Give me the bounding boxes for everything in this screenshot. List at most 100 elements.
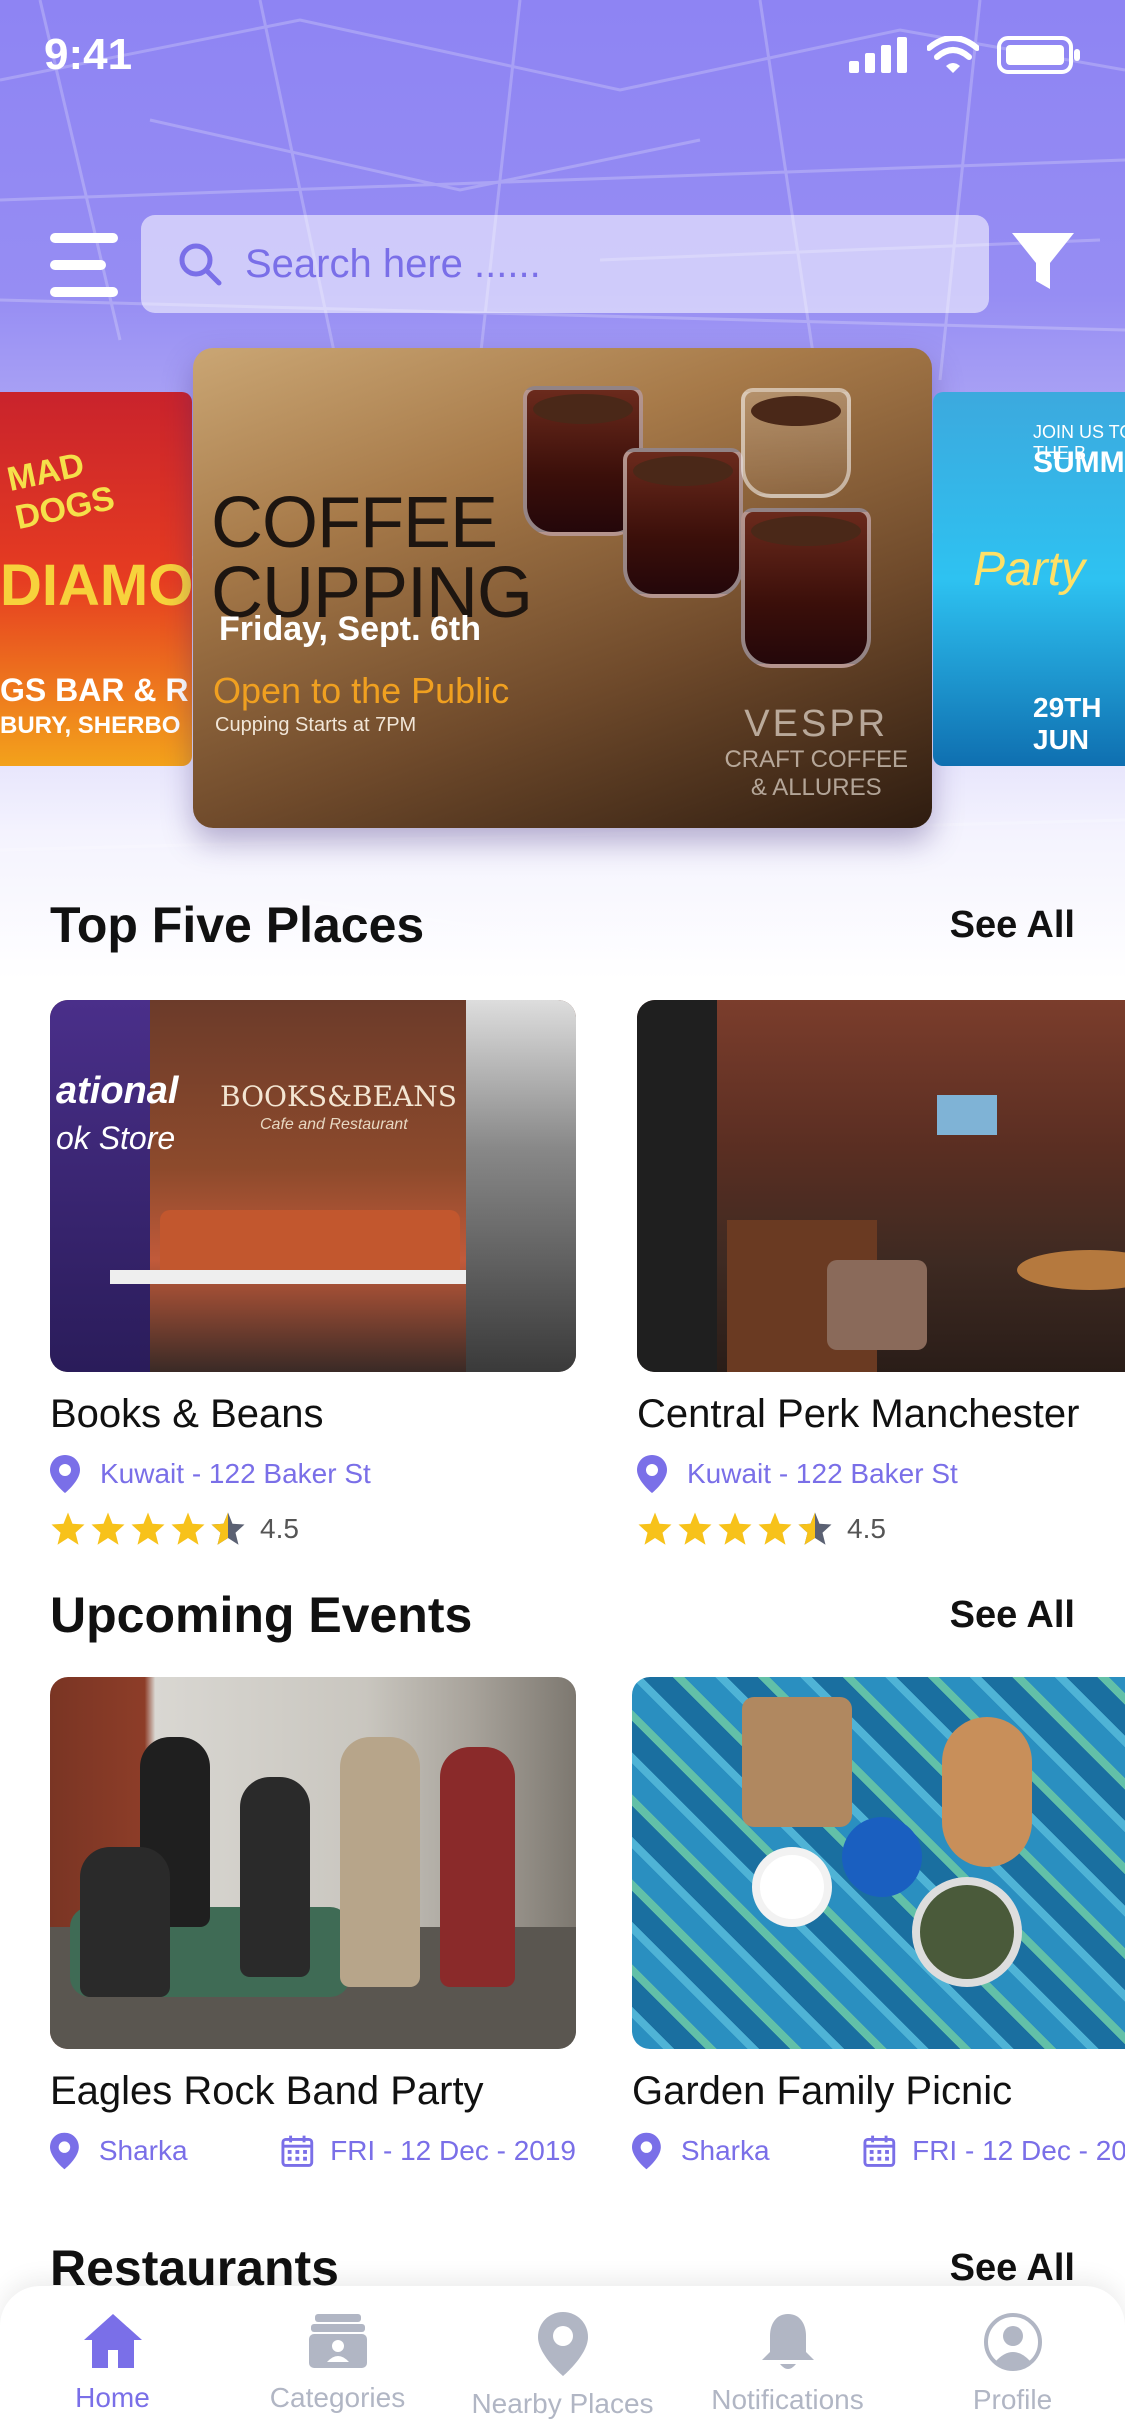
- bottom-navigation: Home Categories Nearby Places Notificati…: [0, 2286, 1125, 2436]
- table-shape: [110, 1270, 490, 1284]
- place-location: Kuwait - 122 Baker St: [50, 1455, 576, 1493]
- star-icon: [678, 1512, 712, 1545]
- event-name: Garden Family Picnic: [632, 2069, 1013, 2113]
- top-places-header: Top Five Places See All: [50, 895, 1075, 955]
- person-shape: [440, 1747, 515, 1987]
- battery-icon: [997, 36, 1080, 74]
- half-star-icon: [211, 1512, 245, 1545]
- star-icon: [171, 1512, 205, 1545]
- upcoming-events-header: Upcoming Events See All: [50, 1585, 1075, 1645]
- banner-mad-dogs[interactable]: MAD DOGS DIAMO GS BAR & R BURY, SHERBO: [0, 392, 192, 766]
- event-location: Sharka: [98, 2135, 188, 2166]
- wall-text: ational: [56, 1070, 179, 1112]
- sign-text: Cafe and Restaurant: [260, 1116, 408, 1133]
- star-icon: [91, 1512, 125, 1545]
- search-bar[interactable]: [141, 215, 989, 313]
- banner-text: 29TH JUN: [1033, 692, 1102, 755]
- brand-line: VESPR: [744, 703, 889, 745]
- banner-date: Friday, Sept. 6th: [219, 610, 481, 648]
- cutting-board-shape: [742, 1697, 852, 1827]
- shelf-shape: [466, 1000, 576, 1372]
- place-card[interactable]: Central Perk Manchester Kuwait - 122 Bak…: [637, 1000, 1125, 1547]
- banner-text: DIAMO: [0, 553, 192, 618]
- banner-coffee-cupping[interactable]: COFFEE CUPPING Friday, Sept. 6th Open to…: [193, 348, 932, 828]
- see-all-events-link[interactable]: See All: [950, 1594, 1075, 1637]
- armchair-shape: [827, 1260, 927, 1350]
- place-rating: 4.5: [637, 1511, 1125, 1547]
- star-icon: [718, 1512, 752, 1545]
- sign-text: BOOKS&BEANS: [220, 1080, 457, 1113]
- person-shape: [240, 1777, 310, 1977]
- nav-notifications[interactable]: Notifications: [678, 2312, 898, 2416]
- salad-bowl-shape: [912, 1877, 1022, 1987]
- tv-shape: [937, 1095, 997, 1135]
- brand-line: CRAFT COFFEE: [724, 746, 908, 773]
- coffee-cup-image: [741, 508, 871, 668]
- section-title: Upcoming Events: [50, 1587, 473, 1643]
- star-icon: [51, 1512, 85, 1545]
- rating-value: 4.5: [260, 1513, 299, 1544]
- door-shape: [637, 1000, 717, 1372]
- status-bar: 9:41: [0, 0, 1125, 120]
- event-location: Sharka: [680, 2135, 770, 2166]
- status-icons: [849, 36, 1081, 74]
- profile-icon: [983, 2313, 1042, 2371]
- search-row: [0, 215, 1125, 315]
- place-rating: 4.5: [50, 1511, 576, 1547]
- event-meta: Sharka FRI - 12 Dec - 2019: [50, 2132, 576, 2170]
- event-meta: Sharka FRI - 12 Dec - 2019: [632, 2132, 1125, 2170]
- event-image: [50, 1677, 576, 2049]
- half-star-icon: [798, 1512, 832, 1545]
- calendar-icon: [281, 2135, 314, 2167]
- signal-icon: [849, 37, 907, 73]
- home-icon: [83, 2314, 142, 2368]
- nav-profile[interactable]: Profile: [903, 2312, 1123, 2416]
- place-name: Books & Beans: [50, 1392, 324, 1436]
- nav-label: Notifications: [711, 2384, 864, 2415]
- see-all-places-link[interactable]: See All: [950, 904, 1075, 947]
- location-pin-icon: [637, 1455, 667, 1493]
- event-card[interactable]: Eagles Rock Band Party Sharka FRI - 12 D…: [50, 1677, 576, 2170]
- search-input[interactable]: [245, 241, 945, 287]
- banner-text: SUMMER: [1033, 446, 1125, 479]
- event-name: Eagles Rock Band Party: [50, 2069, 484, 2113]
- table-shape: [1017, 1250, 1125, 1290]
- banner-text: MAD DOGS: [3, 445, 118, 538]
- rating-value: 4.5: [847, 1513, 886, 1544]
- glass-image: [741, 388, 851, 498]
- menu-bar: [50, 233, 118, 243]
- see-all-restaurants-link[interactable]: See All: [950, 2247, 1075, 2290]
- person-shape: [80, 1847, 170, 1997]
- place-image: ational ok Store BOOKS&BEANS Cafe and Re…: [50, 1000, 576, 1372]
- nav-home[interactable]: Home: [3, 2312, 223, 2414]
- event-image: [632, 1677, 1125, 2049]
- filter-icon[interactable]: [1010, 229, 1076, 295]
- nav-label: Categories: [269, 2382, 406, 2413]
- star-icon: [638, 1512, 672, 1545]
- menu-button[interactable]: [50, 233, 118, 297]
- bookstore-wall: [50, 1000, 150, 1372]
- menu-bar: [50, 260, 106, 270]
- place-name: Central Perk Manchester: [637, 1392, 1080, 1436]
- banner-subtitle: Open to the Public: [213, 670, 510, 711]
- event-card[interactable]: Garden Family Picnic Sharka FRI - 12 Dec…: [632, 1677, 1125, 2170]
- banner-text: GS BAR & R: [0, 672, 189, 708]
- coffee-cup-image: [623, 448, 743, 598]
- bowl-shape: [752, 1847, 832, 1927]
- location-pin-icon: [50, 1455, 80, 1493]
- banner-note: Cupping Starts at 7PM: [215, 714, 417, 736]
- nav-label: Nearby Places: [471, 2388, 654, 2419]
- banner-text: Party: [973, 543, 1086, 596]
- place-card[interactable]: ational ok Store BOOKS&BEANS Cafe and Re…: [50, 1000, 576, 1547]
- bread-shape: [942, 1717, 1032, 1867]
- nav-nearby-places[interactable]: Nearby Places: [453, 2312, 673, 2420]
- location-pin-icon: [632, 2132, 661, 2170]
- banner-summer-party[interactable]: JOIN US TO THE B SUMMER Party 29TH JUN: [933, 392, 1125, 766]
- brand-line: & ALLURES: [750, 774, 882, 801]
- banner-title-line: COFFEE: [211, 483, 498, 563]
- menu-bar: [50, 287, 118, 297]
- section-title: Top Five Places: [50, 897, 425, 953]
- status-time: 9:41: [44, 30, 133, 79]
- plate-shape: [842, 1817, 922, 1897]
- nav-categories[interactable]: Categories: [228, 2312, 448, 2414]
